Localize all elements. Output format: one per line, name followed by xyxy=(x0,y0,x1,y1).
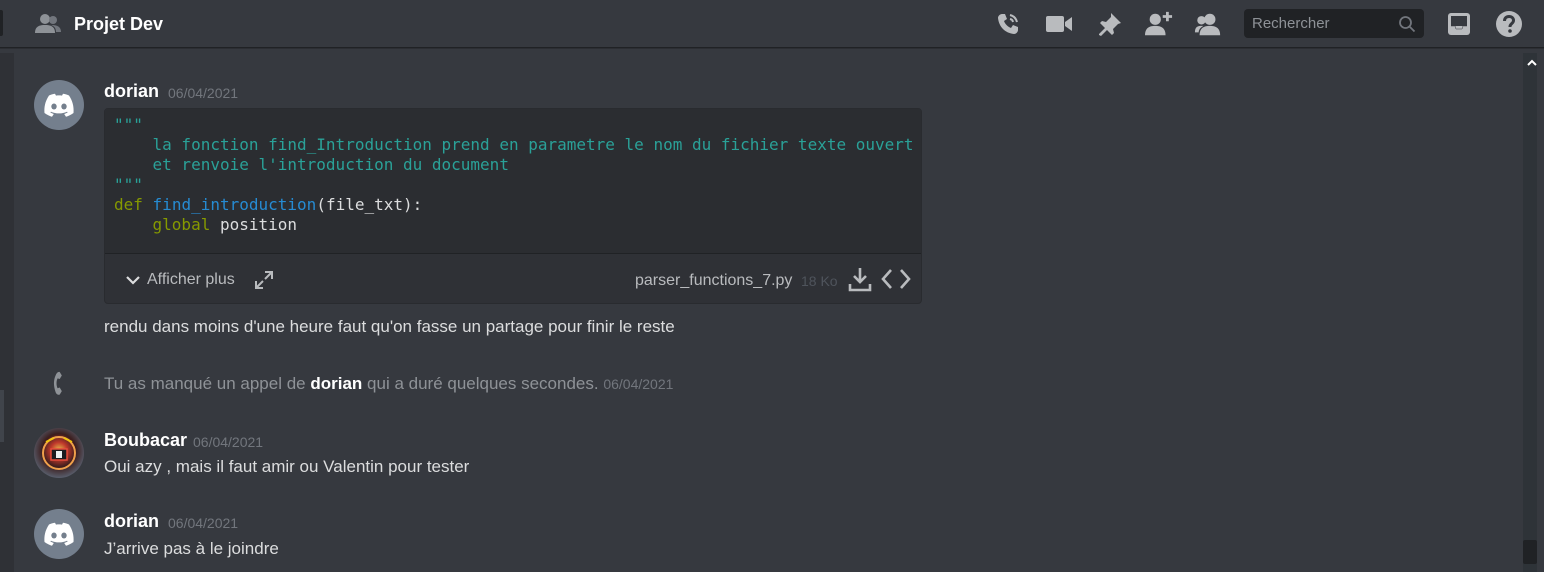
code-file-embed: """ la fonction find_Introduction prend … xyxy=(104,108,922,304)
username[interactable]: dorian xyxy=(104,80,159,102)
call-icon[interactable] xyxy=(994,10,1022,38)
missed-call-icon xyxy=(46,371,72,397)
search-input[interactable] xyxy=(1244,9,1394,38)
missed-call-message: Tu as manqué un appel de dorian qui a du… xyxy=(104,373,673,395)
code-preview: """ la fonction find_Introduction prend … xyxy=(105,109,921,254)
show-more-button[interactable]: Afficher plus xyxy=(125,271,235,289)
avatar[interactable] xyxy=(34,80,84,130)
username[interactable]: dorian xyxy=(104,510,159,532)
code-line: def find_introduction(file_txt): xyxy=(114,195,423,214)
scroll-up-arrow-icon[interactable] xyxy=(1526,56,1538,68)
discord-logo-icon xyxy=(44,93,74,117)
message-timestamp: 06/04/2021 xyxy=(193,434,264,450)
message-content: Oui azy , mais il faut amir ou Valentin … xyxy=(104,457,470,476)
scrollbar-thumb[interactable] xyxy=(1523,540,1537,564)
file-size: 18 Ko xyxy=(801,273,838,289)
left-scroll-strip xyxy=(0,53,14,572)
guild-edge xyxy=(0,10,3,36)
add-friend-icon[interactable] xyxy=(1145,10,1173,38)
view-code-icon[interactable] xyxy=(881,267,911,291)
code-line: global position xyxy=(152,215,298,234)
inbox-icon[interactable] xyxy=(1445,10,1473,38)
avatar[interactable] xyxy=(34,428,84,478)
video-icon[interactable] xyxy=(1045,10,1073,38)
unread-marker xyxy=(0,390,4,442)
code-line: la fonction find_Introduction prend en p… xyxy=(114,135,914,154)
pin-icon[interactable] xyxy=(1096,10,1124,38)
chevron-down-icon xyxy=(126,276,140,285)
expand-icon[interactable] xyxy=(253,269,275,291)
message-timestamp: 06/04/2021 xyxy=(603,376,674,392)
search-icon[interactable] xyxy=(1398,15,1416,33)
username[interactable]: Boubacar xyxy=(104,429,187,451)
file-name[interactable]: parser_functions_7.py xyxy=(635,271,792,291)
people-icon xyxy=(34,11,62,37)
code-embed-footer: Afficher plus parser_functions_7.py 18 K… xyxy=(105,255,921,303)
discord-logo-icon xyxy=(44,522,74,546)
avatar[interactable] xyxy=(34,509,84,559)
members-icon[interactable] xyxy=(1194,10,1222,38)
channel-title: Projet Dev xyxy=(74,14,164,34)
search-box[interactable] xyxy=(1244,9,1424,38)
chat-window: Projet Dev Rechercher dorian 06/04/2021 … xyxy=(0,0,1544,572)
code-line: """ xyxy=(114,115,143,134)
code-line: et renvoie l'introduction du document xyxy=(114,155,509,174)
code-line: """ xyxy=(114,175,143,194)
message-timestamp: 06/04/2021 xyxy=(168,85,239,101)
help-icon[interactable] xyxy=(1495,10,1523,38)
scrollbar-track[interactable] xyxy=(1523,53,1537,572)
show-more-label: Afficher plus xyxy=(147,271,235,288)
message-timestamp: 06/04/2021 xyxy=(168,515,239,531)
channel-header: Projet Dev xyxy=(0,0,1544,48)
missed-call-suffix: qui a duré quelques secondes. xyxy=(362,374,599,393)
avatar-image-icon xyxy=(42,436,76,470)
message-content: J’arrive pas à le joindre xyxy=(104,539,279,558)
download-icon[interactable] xyxy=(848,266,872,292)
missed-call-prefix: Tu as manqué un appel de xyxy=(104,374,311,393)
caller-name[interactable]: dorian xyxy=(310,374,362,393)
message-content: rendu dans moins d'une heure faut qu'on … xyxy=(104,317,675,336)
